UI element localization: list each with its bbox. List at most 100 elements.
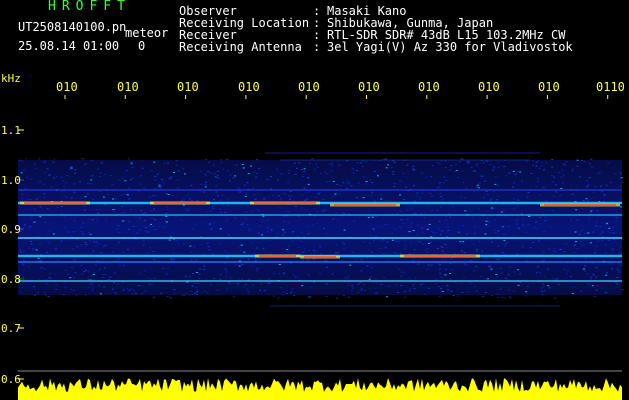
- noise-speckle: [229, 277, 232, 279]
- noise-speckle: [492, 169, 495, 171]
- noise-speckle: [190, 259, 193, 261]
- noise-speckle: [411, 222, 413, 224]
- noise-speckle: [98, 284, 101, 286]
- noise-speckle: [553, 248, 556, 250]
- noise-speckle: [30, 178, 33, 180]
- noise-speckle: [196, 272, 198, 273]
- noise-speckle: [252, 253, 255, 255]
- noise-speckle: [300, 169, 303, 170]
- noise-speckle: [345, 188, 348, 190]
- noise-speckle: [297, 235, 299, 237]
- noise-speckle: [101, 274, 104, 275]
- noise-speckle: [234, 264, 237, 266]
- noise-speckle: [517, 199, 520, 201]
- noise-speckle: [253, 194, 256, 196]
- noise-speckle: [556, 278, 559, 280]
- noise-speckle: [422, 232, 425, 234]
- y-axis-unit: kHz: [1, 72, 21, 85]
- noise-speckle: [22, 276, 25, 278]
- noise-speckle: [497, 245, 500, 247]
- noise-speckle: [490, 209, 493, 211]
- noise-speckle: [282, 294, 285, 296]
- noise-speckle: [372, 281, 375, 283]
- noise-speckle: [509, 297, 512, 299]
- noise-speckle: [608, 227, 611, 229]
- noise-speckle: [484, 292, 487, 293]
- noise-speckle: [197, 283, 200, 285]
- noise-speckle: [616, 267, 619, 269]
- noise-speckle: [165, 273, 168, 275]
- noise-speckle: [185, 275, 188, 277]
- noise-speckle: [393, 182, 396, 184]
- noise-speckle: [435, 283, 438, 285]
- noise-speckle: [489, 265, 492, 267]
- noise-speckle: [248, 291, 251, 293]
- noise-speckle: [372, 240, 375, 242]
- x-tick-label: 010: [177, 80, 199, 94]
- noise-speckle: [179, 219, 182, 221]
- noise-speckle: [149, 278, 152, 280]
- noise-speckle: [426, 248, 429, 249]
- noise-speckle: [355, 259, 358, 261]
- noise-speckle: [74, 172, 77, 174]
- noise-speckle: [371, 182, 374, 184]
- app-title: HROFFT: [48, 0, 131, 14]
- noise-speckle: [464, 197, 466, 199]
- noise-speckle: [399, 271, 402, 273]
- noise-speckle: [570, 219, 573, 221]
- noise-speckle: [300, 207, 303, 209]
- noise-speckle: [102, 258, 105, 260]
- noise-speckle: [124, 193, 127, 195]
- noise-speckle: [258, 225, 261, 227]
- noise-speckle: [143, 220, 146, 222]
- noise-speckle: [596, 245, 598, 247]
- noise-speckle: [33, 286, 36, 288]
- noise-speckle: [353, 220, 356, 222]
- noise-speckle: [423, 294, 426, 296]
- noise-speckle: [421, 227, 423, 229]
- noise-speckle: [319, 247, 322, 249]
- noise-speckle: [356, 170, 359, 171]
- noise-speckle: [592, 191, 595, 193]
- noise-speckle: [486, 278, 489, 280]
- x-tick-label: 010: [238, 80, 260, 94]
- noise-speckle: [377, 226, 380, 228]
- noise-speckle: [521, 246, 524, 248]
- noise-speckle: [73, 191, 76, 193]
- noise-speckle: [116, 228, 119, 230]
- noise-speckle: [215, 177, 218, 179]
- noise-speckle: [606, 222, 609, 224]
- noise-speckle: [336, 184, 339, 186]
- noise-speckle: [589, 242, 592, 244]
- noise-speckle: [142, 240, 145, 242]
- noise-speckle: [410, 207, 413, 209]
- noise-speckle: [141, 292, 144, 294]
- noise-speckle: [286, 249, 289, 250]
- noise-speckle: [277, 297, 280, 299]
- noise-speckle: [254, 258, 257, 259]
- noise-speckle: [53, 158, 56, 160]
- noise-speckle: [445, 180, 448, 182]
- noise-speckle: [151, 217, 154, 219]
- noise-speckle: [360, 288, 363, 290]
- noise-speckle: [371, 216, 374, 218]
- noise-speckle: [214, 176, 217, 178]
- noise-speckle: [266, 179, 269, 181]
- noise-speckle: [47, 296, 50, 297]
- noise-speckle: [44, 171, 47, 173]
- noise-speckle: [200, 244, 203, 245]
- noise-speckle: [140, 175, 142, 177]
- noise-speckle: [403, 198, 406, 200]
- noise-speckle: [569, 276, 572, 278]
- noise-speckle: [280, 173, 283, 175]
- noise-speckle: [512, 170, 515, 172]
- noise-speckle: [343, 248, 345, 250]
- noise-speckle: [406, 209, 409, 211]
- noise-speckle: [370, 267, 373, 268]
- noise-speckle: [318, 272, 321, 274]
- noise-speckle: [313, 252, 316, 254]
- noise-speckle: [198, 273, 201, 275]
- noise-speckle: [438, 163, 441, 165]
- noise-speckle: [586, 273, 589, 275]
- noise-speckle: [245, 192, 248, 194]
